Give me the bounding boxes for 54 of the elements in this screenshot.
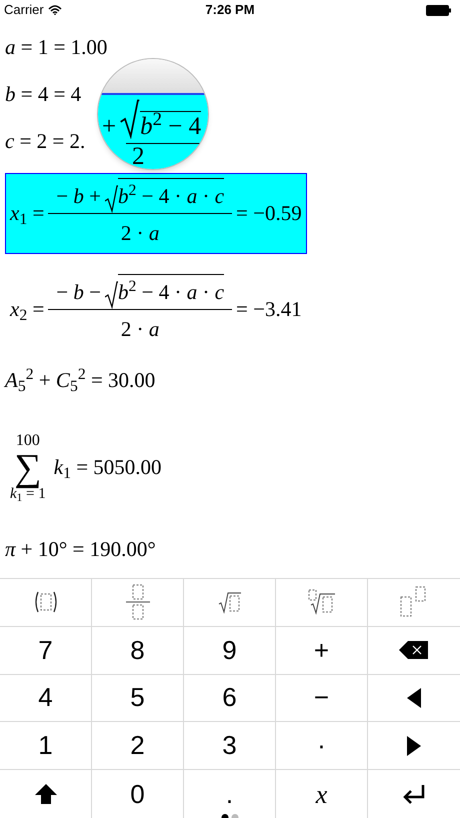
return-arrow-icon [402,784,426,804]
equation-lhs: x$_{1}$ = [10,200,44,230]
backspace-icon [399,640,429,660]
nth-root-template-icon [308,589,336,616]
denominator-text: 2 · a [120,316,160,342]
sum-upper-limit: 100 [16,433,40,449]
radicand: b$^{2}$ − 4 · a · c [118,280,224,304]
keyboard-key[interactable]: 7 [0,626,92,675]
equation-text[interactable]: c = 2 = 2. [5,126,86,158]
sigma-sign: ∑ [14,449,42,487]
radicand: b$^{2}$ − 4 · a · c [118,184,224,208]
keyboard-key[interactable]: 4 [0,674,92,722]
denominator-text: 2 · a [120,220,160,246]
magnified-text: + [102,114,116,139]
equation-text[interactable]: a = 1 = 1.00 [5,32,108,64]
keyboard-key[interactable]: + [276,626,368,675]
numerator-text: − b − [56,279,101,306]
equation-text[interactable]: A$_{5}$$^{2}$ + C$_{5}$$^{2}$ = 30.00 [5,365,156,397]
equation-text: k$_{1}$ = 5050.00 [54,454,162,484]
equation-text[interactable]: b = 4 = 4 [5,79,82,111]
keyboard-key[interactable]: 5 [92,674,184,722]
template-key[interactable] [276,579,368,627]
exponent-template-icon [400,586,428,618]
equation-row[interactable]: x$_{1}$ = − b + b$^{2}$ − 4 · a · c 2 · a = −0.59 [5,173,307,254]
status-time: 7:26 PM [205,1,255,20]
radical-sign-icon [120,99,140,139]
equation-row[interactable]: 100 ∑ k$_{1}$ = 1 k$_{1}$ = 5050.00 [5,428,167,507]
keyboard-key[interactable]: 8 [92,626,184,675]
equation-text[interactable]: π + 10° = 190.00° [5,534,156,566]
keyboard-key[interactable]: − [276,674,368,722]
shift-arrow-icon [34,784,56,804]
left-triangle-icon [407,688,421,708]
wifi-icon [48,5,62,15]
keyboard-key[interactable]: 3 [184,722,276,770]
right-triangle-icon [407,736,421,756]
numerator-text: − b + [56,183,101,210]
equation-lhs: x$_{2}$ = [10,296,44,326]
equation-result: = −0.59 [236,200,302,227]
equation-result: = −3.41 [236,296,302,323]
fraction-template-icon [124,583,150,622]
battery-icon [426,4,452,16]
keyboard-key[interactable]: 6 [184,674,276,722]
equation-row[interactable]: x$_{2}$ = − b − b$^{2}$ − 4 · a · c 2 · a = −3.41 [5,269,307,350]
keyboard-key[interactable]: 9 [184,626,276,675]
square-root-template-icon [218,590,242,614]
keyboard-key[interactable]: 2 [92,722,184,770]
sum-lower-limit: k$_{1}$ = 1 [10,487,46,502]
radical-sign-icon [104,280,118,308]
radical-sign-icon [104,184,118,212]
carrier-label: Carrier [4,1,44,20]
keyboard-key[interactable]: 1 [0,722,92,770]
magnified-text: 2 [132,144,144,169]
keyboard-key[interactable]: · [276,722,368,770]
radicand: b$^{2}$ − 4 [140,113,202,140]
